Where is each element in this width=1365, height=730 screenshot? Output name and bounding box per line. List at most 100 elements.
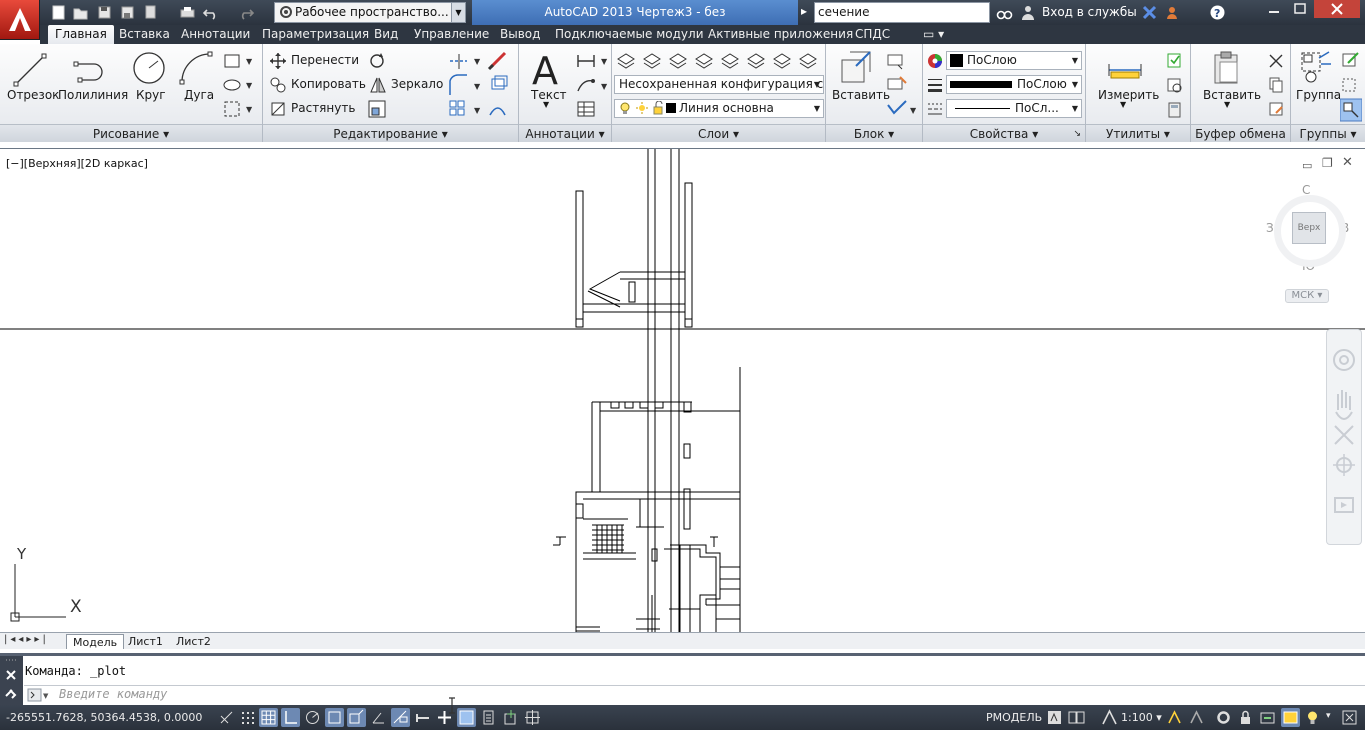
lineweight-select[interactable]: ПоСлою ▼	[946, 75, 1082, 94]
close-button[interactable]	[1314, 0, 1360, 18]
exchange-x-icon[interactable]	[1140, 3, 1159, 22]
utilities-panel-title[interactable]: Утилиты ▾	[1086, 124, 1190, 142]
workspace-select[interactable]: Рабочее пространство... ▼	[274, 2, 466, 23]
quick-view-layouts-icon[interactable]	[1067, 708, 1086, 727]
cursor-coordinates[interactable]: -265551.7628, 50364.4538, 0.0000	[6, 711, 202, 724]
drawing-viewport[interactable]: Y X ▭ ❐ ✕ С З В Ю Верх МСК ▾	[0, 148, 1365, 633]
dynamic-input-icon[interactable]	[391, 708, 410, 727]
annotation-monitor-icon[interactable]	[501, 708, 520, 727]
copy-button[interactable]: Копировать	[291, 77, 366, 91]
move-button[interactable]: Перенести	[291, 53, 359, 67]
annotation-small-icons[interactable]: ▼▼	[575, 51, 611, 121]
binoculars-icon[interactable]	[995, 3, 1014, 22]
viewport-close-icon[interactable]: ✕	[1342, 155, 1353, 170]
publish-icon[interactable]	[141, 3, 160, 22]
tab-spds[interactable]: СПДС	[848, 25, 897, 44]
command-window-handle[interactable]	[0, 656, 23, 705]
selection-cycling-icon[interactable]	[479, 708, 498, 727]
layout-nav-arrows-icon[interactable]: |◂◂▸▸|	[4, 634, 49, 645]
block-small-icons[interactable]: ▼	[884, 51, 920, 121]
user-group-icon[interactable]	[1163, 3, 1182, 22]
search-input[interactable]: сечение	[814, 2, 990, 23]
quick-properties-icon[interactable]	[457, 708, 476, 727]
mirror-button[interactable]: Зеркало	[391, 77, 443, 91]
lightbulb-icon[interactable]	[1303, 708, 1322, 727]
annotation-scale-select[interactable]: 1:100 ▾	[1121, 711, 1162, 724]
viewport-controls-label[interactable]: [−][Верхняя][2D каркас]	[6, 157, 148, 170]
group-small-icons[interactable]	[1340, 51, 1362, 123]
hardware-acceleration-icon[interactable]	[1258, 708, 1277, 727]
viewport-restore-icon[interactable]: ❐	[1322, 156, 1333, 170]
tab-output[interactable]: Вывод	[493, 25, 547, 44]
layers-panel-title[interactable]: Слои ▾	[612, 124, 825, 142]
tab-insert[interactable]: Вставка	[112, 25, 177, 44]
object-snap-tracking-icon[interactable]	[347, 708, 366, 727]
color-select[interactable]: ПоСлою ▼	[946, 51, 1082, 70]
viewcube-top-face[interactable]: Верх	[1292, 212, 1326, 244]
draw-panel-title[interactable]: Рисование ▾	[0, 124, 262, 142]
paste-dropdown-arrow[interactable]: ▼	[1224, 100, 1230, 109]
plot-icon[interactable]	[178, 3, 197, 22]
infer-constraints-icon[interactable]	[217, 708, 236, 727]
save-as-icon[interactable]	[118, 3, 137, 22]
scale-icon[interactable]	[367, 99, 387, 119]
ribbon-options-icon[interactable]: ▭ ▾	[916, 25, 951, 44]
stretch-button[interactable]: Растянуть	[291, 101, 355, 115]
ucs-menu[interactable]: МСК ▾	[1285, 289, 1329, 303]
measure-icon[interactable]	[1107, 58, 1143, 82]
snap-mode-icon[interactable]	[238, 708, 257, 727]
paste-icon[interactable]	[1212, 50, 1242, 86]
block-panel-title[interactable]: Блок ▾	[826, 124, 922, 142]
polyline-button[interactable]: Полилиния	[58, 88, 128, 102]
ortho-mode-icon[interactable]	[281, 708, 300, 727]
clean-screen-icon[interactable]	[1340, 708, 1359, 727]
tab-manage[interactable]: Управление	[407, 25, 496, 44]
minimize-button[interactable]	[1262, 0, 1287, 18]
paste-button[interactable]: Вставить	[1203, 88, 1261, 102]
undo-icon[interactable]	[201, 3, 220, 22]
annotation-panel-title[interactable]: Аннотации ▾	[519, 124, 611, 142]
tab-featured-apps[interactable]: Активные приложения	[701, 25, 860, 44]
command-input[interactable]: ▼ Введите команду	[24, 685, 1365, 703]
tab-annotate[interactable]: Аннотации	[174, 25, 257, 44]
measure-button[interactable]: Измерить	[1098, 88, 1159, 102]
nav-tools-icons[interactable]	[1327, 330, 1361, 540]
circle-button[interactable]: Круг	[136, 88, 166, 102]
polar-tracking-icon[interactable]	[303, 708, 322, 727]
annotation-scale-icon[interactable]	[1100, 708, 1119, 727]
chevron-down-icon[interactable]: ▼	[451, 3, 465, 22]
open-file-icon[interactable]	[71, 3, 90, 22]
group-icon[interactable]	[1299, 50, 1333, 86]
color-wheel-icon[interactable]	[926, 52, 944, 70]
lock-ui-icon[interactable]	[1236, 708, 1255, 727]
tab-parametric[interactable]: Параметризация	[255, 25, 376, 44]
viewport-minimize-icon[interactable]: ▭	[1302, 159, 1312, 172]
object-snap-icon[interactable]	[325, 708, 344, 727]
linetype-select[interactable]: ПоСл... ▼	[946, 99, 1082, 118]
draw-small-icons[interactable]: ▼ ▼ ▼	[222, 52, 256, 124]
linetype-icon[interactable]	[926, 100, 944, 118]
isolate-objects-icon[interactable]	[1281, 708, 1300, 727]
line-icon[interactable]	[10, 50, 50, 90]
lineweight-icon[interactable]	[926, 76, 944, 94]
dynamic-ucs-icon[interactable]	[369, 708, 388, 727]
text-dropdown-arrow[interactable]: ▼	[543, 100, 549, 109]
groups-panel-title[interactable]: Группы ▾	[1291, 124, 1365, 142]
annotation-visibility-icon[interactable]	[1165, 708, 1184, 727]
command-prompt-icon[interactable]: ▼	[27, 688, 51, 702]
viewcube-west-label[interactable]: З	[1266, 221, 1274, 235]
circle-icon[interactable]	[131, 50, 167, 86]
signin-link[interactable]: Вход в службы	[1042, 5, 1137, 19]
layout-tab-sheet2[interactable]: Лист2	[170, 634, 217, 649]
model-space-toggle[interactable]: РМОДЕЛЬ	[986, 711, 1042, 724]
auto-scale-icon[interactable]	[1187, 708, 1206, 727]
layer-state-select[interactable]: Несохраненная конфигурация сло ▼	[614, 75, 824, 94]
clipboard-small-icons[interactable]	[1266, 51, 1286, 121]
new-file-icon[interactable]	[49, 3, 68, 22]
layer-select[interactable]: Линия основна ▼	[614, 99, 824, 118]
lineweight-display-icon[interactable]	[413, 708, 432, 727]
maximize-button[interactable]	[1288, 0, 1313, 18]
arc-button[interactable]: Дуга	[184, 88, 214, 102]
measure-dropdown-arrow[interactable]: ▼	[1120, 100, 1126, 109]
modify-small-icons[interactable]: ▼ ▼ ▼	[447, 51, 511, 121]
